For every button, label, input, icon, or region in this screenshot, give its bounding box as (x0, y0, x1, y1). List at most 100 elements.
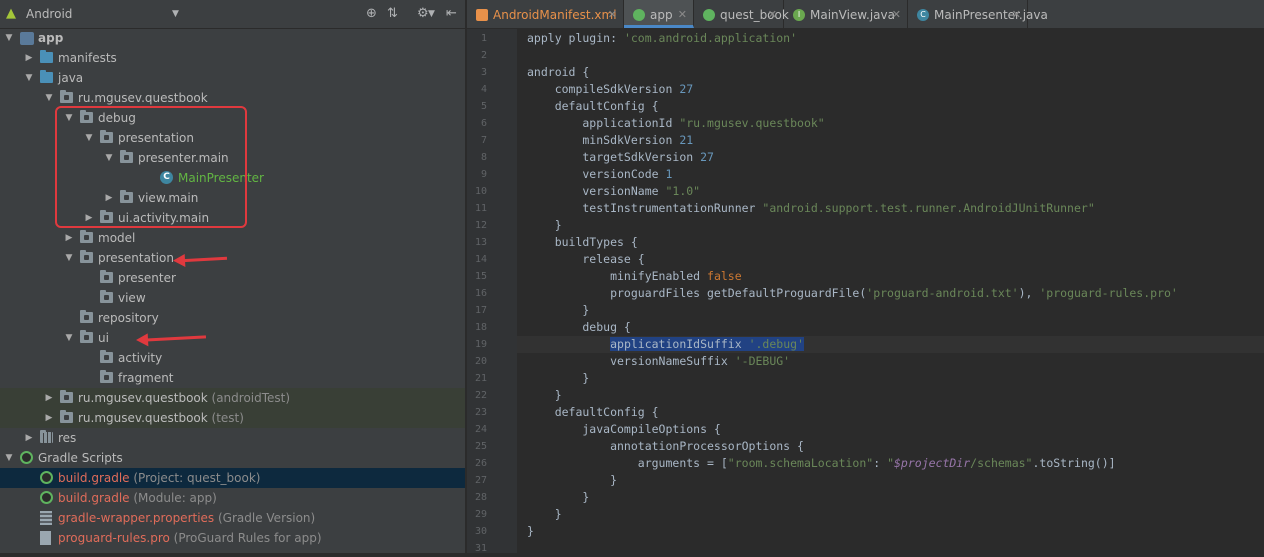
collapse-arrow-icon[interactable]: ▶ (23, 48, 35, 68)
gear-icon[interactable]: ⚙ (417, 7, 429, 21)
expand-arrow-icon[interactable]: ▼ (43, 88, 55, 108)
code-line[interactable]: } (517, 387, 1264, 404)
editor-tab[interactable]: app ✕ (624, 0, 694, 28)
code-line[interactable]: defaultConfig { (517, 98, 1264, 115)
code-token: applicationId (527, 116, 680, 130)
code-line[interactable]: } (517, 506, 1264, 523)
close-icon[interactable]: ✕ (768, 0, 777, 30)
tree-item[interactable]: ▼ ui (0, 328, 465, 348)
tree-item[interactable]: repository (0, 308, 465, 328)
expand-arrow-icon[interactable]: ▼ (63, 248, 75, 268)
editor-tab[interactable]: C MainPresenter.java ✕ (908, 0, 1048, 30)
tree-item[interactable]: ▶ ru.mgusev.questbook (androidTest) (0, 388, 465, 408)
code-token: 27 (700, 150, 714, 164)
collapse-arrow-icon[interactable]: ▶ (23, 428, 35, 448)
view-selector[interactable]: Android (26, 7, 72, 21)
tree-item-name: ru.mgusev.questbook (78, 91, 208, 105)
tree-item[interactable]: proguard-rules.pro (ProGuard Rules for a… (0, 528, 465, 548)
gradle-icon (40, 491, 53, 504)
code-line[interactable]: } (517, 302, 1264, 319)
tree-item[interactable]: view (0, 288, 465, 308)
hide-panel-icon[interactable]: ⇤ (446, 7, 457, 21)
code-line[interactable]: proguardFiles getDefaultProguardFile('pr… (517, 285, 1264, 302)
collapse-arrow-icon[interactable]: ▶ (43, 408, 55, 428)
tree-item[interactable]: ▼ presentation (0, 248, 465, 268)
tree-item-label: ui (98, 328, 109, 348)
tree-item[interactable]: activity (0, 348, 465, 368)
annotation-box (55, 106, 247, 228)
line-number: 9 (480, 169, 487, 180)
code-token: .toString()] (1032, 456, 1116, 470)
collapse-arrow-icon[interactable]: ▶ (63, 228, 75, 248)
editor-tab[interactable]: I MainView.java ✕ (784, 0, 908, 28)
code-line[interactable] (517, 47, 1264, 64)
collapse-all-icon[interactable]: ⇅ (387, 7, 398, 21)
tree-item[interactable]: ▶ manifests (0, 48, 465, 68)
tree-item[interactable]: ▶ res (0, 428, 465, 448)
tree-item[interactable]: build.gradle (Module: app) (0, 488, 465, 508)
expand-arrow-icon[interactable]: ▼ (3, 448, 15, 468)
tree-item[interactable]: fragment (0, 368, 465, 388)
tree-item-label: build.gradle (Module: app) (58, 488, 217, 508)
code-token: : (873, 456, 888, 470)
code-line[interactable]: } (517, 523, 1264, 540)
line-number: 2 (480, 50, 487, 61)
tree-item[interactable]: ▼ ru.mgusev.questbook (0, 88, 465, 108)
close-icon[interactable]: ✕ (892, 0, 901, 30)
code-token: targetSdkVersion (527, 150, 701, 164)
code-token: minSdkVersion (527, 133, 680, 147)
code-text: javaCompileOptions { (517, 422, 721, 436)
tree-item[interactable]: ▼ java (0, 68, 465, 88)
code-line[interactable]: annotationProcessorOptions { (517, 438, 1264, 455)
tree-item[interactable]: presenter (0, 268, 465, 288)
editor-tab[interactable]: quest_book ✕ (694, 0, 789, 30)
code-line[interactable]: versionCode 1 (517, 166, 1264, 183)
code-line[interactable]: compileSdkVersion 27 (517, 81, 1264, 98)
tree-item[interactable]: ▶ model (0, 228, 465, 248)
tree-item[interactable]: build.gradle (Project: quest_book) (0, 468, 465, 488)
close-icon[interactable]: ✕ (608, 0, 617, 30)
code-line[interactable]: release { (517, 251, 1264, 268)
code-line[interactable]: buildTypes { (517, 234, 1264, 251)
code-line[interactable]: } (517, 370, 1264, 387)
code-line[interactable]: targetSdkVersion 27 (517, 149, 1264, 166)
code-line[interactable]: defaultConfig { (517, 404, 1264, 421)
code-line[interactable]: testInstrumentationRunner "android.suppo… (517, 200, 1264, 217)
code-text: minSdkVersion 21 (517, 133, 693, 147)
settings-dropdown-icon[interactable]: ▼ (428, 7, 435, 21)
tree-item[interactable]: gradle-wrapper.properties (Gradle Versio… (0, 508, 465, 528)
collapse-arrow-icon[interactable]: ▶ (43, 388, 55, 408)
close-icon[interactable]: ✕ (1012, 0, 1021, 30)
chevron-down-icon[interactable]: ▼ (172, 7, 179, 21)
code-line[interactable]: } (517, 472, 1264, 489)
tree-item[interactable]: ▼ Gradle Scripts (0, 448, 465, 468)
code-editor[interactable]: apply plugin: 'com.android.application' a… (517, 29, 1264, 553)
editor-tab[interactable]: AndroidManifest.xml ✕ (467, 0, 624, 28)
code-line[interactable]: apply plugin: 'com.android.application' (517, 30, 1264, 47)
code-token: "ru.mgusev.questbook" (679, 116, 825, 130)
close-icon[interactable]: ✕ (678, 0, 687, 30)
code-line[interactable]: minSdkVersion 21 (517, 132, 1264, 149)
code-line[interactable]: versionNameSuffix '-DEBUG' (517, 353, 1264, 370)
tree-item[interactable]: ▶ ru.mgusev.questbook (test) (0, 408, 465, 428)
expand-arrow-icon[interactable]: ▼ (23, 68, 35, 88)
code-line[interactable]: javaCompileOptions { (517, 421, 1264, 438)
code-line[interactable]: versionName "1.0" (517, 183, 1264, 200)
code-token: compileSdkVersion (527, 82, 680, 96)
expand-arrow-icon[interactable]: ▼ (63, 328, 75, 348)
code-line[interactable] (517, 540, 1264, 557)
code-line[interactable]: } (517, 489, 1264, 506)
code-text: } (517, 490, 589, 504)
locate-icon[interactable]: ⊕ (366, 7, 377, 21)
code-line[interactable]: } (517, 217, 1264, 234)
code-line[interactable]: applicationIdSuffix '.debug' (517, 336, 1264, 353)
tree-item[interactable]: ▼ app (0, 28, 465, 48)
code-line[interactable]: debug { (517, 319, 1264, 336)
code-line[interactable]: android { (517, 64, 1264, 81)
code-line[interactable]: applicationId "ru.mgusev.questbook" (517, 115, 1264, 132)
tree-item-name: res (58, 431, 77, 445)
expand-arrow-icon[interactable]: ▼ (3, 28, 15, 48)
code-line[interactable]: arguments = ["room.schemaLocation": "$pr… (517, 455, 1264, 472)
code-token: /schemas" (970, 456, 1033, 470)
code-line[interactable]: minifyEnabled false (517, 268, 1264, 285)
